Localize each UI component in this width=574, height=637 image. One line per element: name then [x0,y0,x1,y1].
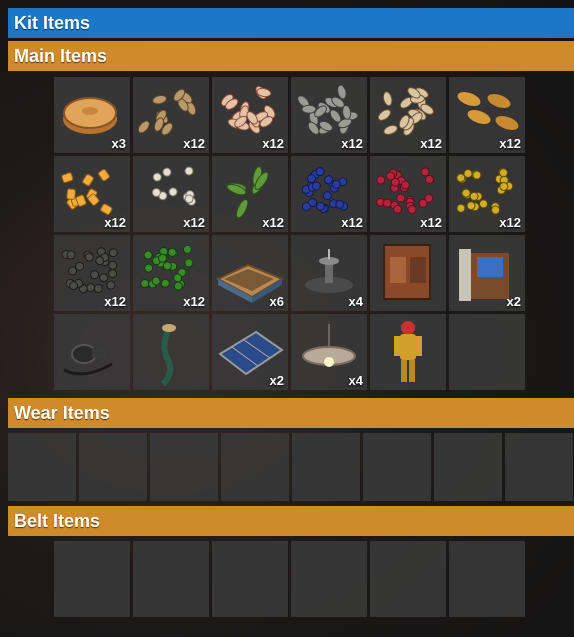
main-item-slot[interactable]: x12 [54,156,130,232]
main-item-slot[interactable] [370,314,446,390]
item-quantity: x6 [269,294,284,309]
wear-item-slot[interactable] [221,433,289,501]
item-quantity: x2 [269,373,284,388]
wear-item-slot[interactable] [363,433,431,501]
belt-item-slot[interactable] [449,541,525,617]
main-item-slot[interactable]: x12 [449,156,525,232]
main-item-slot[interactable] [54,314,130,390]
main-item-slot[interactable]: x3 [54,77,130,153]
kit-items-panel: Kit Items Main Items x3 x12 x12 x12 x12 x12 x1… [0,0,574,637]
item-quantity: x4 [348,294,363,309]
belt-item-slot[interactable] [291,541,367,617]
item-quantity: x12 [499,136,521,151]
item-quantity: x12 [499,215,521,230]
item-quantity: x12 [262,215,284,230]
main-item-slot[interactable]: x12 [133,156,209,232]
main-item-slot[interactable]: x12 [54,235,130,311]
item-quantity: x12 [341,215,363,230]
item-quantity: x2 [506,294,521,309]
main-item-slot[interactable]: x4 [291,235,367,311]
main-item-slot[interactable]: x12 [291,156,367,232]
main-items-header: Main Items [8,41,574,71]
main-item-slot[interactable]: x2 [449,235,525,311]
main-item-slot[interactable] [370,235,446,311]
item-quantity: x12 [183,215,205,230]
item-quantity: x3 [111,136,126,151]
main-item-slot[interactable]: x12 [212,77,288,153]
belt-item-slot[interactable] [370,541,446,617]
wear-item-slot[interactable] [150,433,218,501]
item-quantity: x12 [104,294,126,309]
main-item-slot[interactable]: x6 [212,235,288,311]
item-quantity: x12 [341,136,363,151]
wear-items-header: Wear Items [8,398,574,428]
item-quantity: x4 [348,373,363,388]
wear-item-slot[interactable] [79,433,147,501]
main-item-slot[interactable]: x2 [212,314,288,390]
main-item-slot[interactable]: x12 [133,235,209,311]
wear-item-slot[interactable] [292,433,360,501]
main-item-slot[interactable]: x4 [291,314,367,390]
item-quantity: x12 [420,215,442,230]
item-quantity: x12 [262,136,284,151]
item-quantity: x12 [104,215,126,230]
wear-item-slot[interactable] [434,433,502,501]
wear-item-slot[interactable] [505,433,573,501]
item-quantity: x12 [420,136,442,151]
main-item-slot[interactable]: x12 [291,77,367,153]
belt-item-slot[interactable] [212,541,288,617]
item-quantity: x12 [183,294,205,309]
belt-items-header: Belt Items [8,506,574,536]
main-item-slot[interactable] [449,314,525,390]
main-item-slot[interactable]: x12 [212,156,288,232]
main-item-slot[interactable]: x12 [133,77,209,153]
main-item-slot[interactable]: x12 [449,77,525,153]
main-item-slot[interactable]: x12 [370,77,446,153]
kit-items-header: Kit Items [8,8,574,38]
belt-item-slot[interactable] [133,541,209,617]
main-item-slot[interactable]: x12 [370,156,446,232]
item-quantity: x12 [183,136,205,151]
wear-item-slot[interactable] [8,433,76,501]
main-item-slot[interactable] [133,314,209,390]
belt-item-slot[interactable] [54,541,130,617]
